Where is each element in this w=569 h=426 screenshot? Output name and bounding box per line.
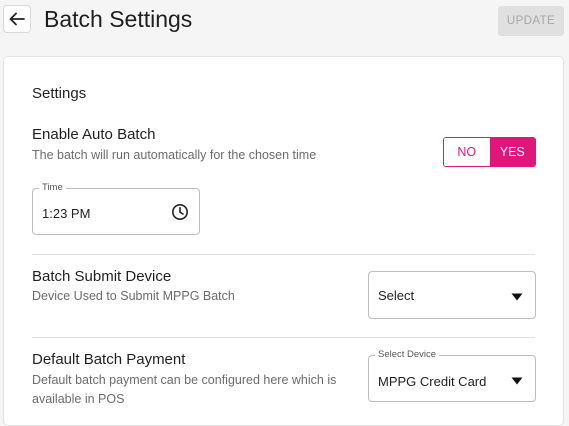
caret-down-icon: [511, 293, 523, 301]
submit-device-title: Batch Submit Device: [32, 268, 172, 285]
default-payment-description-line1: Default batch payment can be configured …: [32, 373, 337, 387]
default-payment-title: Default Batch Payment: [32, 351, 186, 368]
submit-device-select[interactable]: Select: [368, 271, 536, 319]
update-button[interactable]: UPDATE: [498, 6, 564, 36]
section-title: Settings: [32, 85, 87, 102]
toggle-no-option[interactable]: NO: [444, 138, 490, 166]
default-payment-select[interactable]: Select Device MPPG Credit Card: [368, 349, 536, 402]
settings-card: Settings Enable Auto Batch The batch wil…: [3, 56, 564, 426]
divider: [32, 337, 535, 338]
clock-icon[interactable]: [171, 203, 189, 221]
time-value: 1:23 PM: [42, 206, 91, 221]
time-field[interactable]: Time 1:23 PM: [32, 182, 200, 235]
auto-batch-toggle[interactable]: NO YES: [443, 137, 536, 167]
auto-batch-description: The batch will run automatically for the…: [32, 148, 317, 162]
auto-batch-title: Enable Auto Batch: [32, 126, 156, 143]
submit-device-description: Device Used to Submit MPPG Batch: [32, 289, 235, 303]
arrow-left-icon: [9, 12, 25, 26]
time-label: Time: [39, 182, 66, 194]
submit-device-value: Select: [378, 288, 415, 303]
back-button[interactable]: [3, 5, 31, 33]
select-device-label: Select Device: [375, 349, 440, 361]
page-header: Batch Settings UPDATE: [0, 0, 569, 42]
default-payment-value: MPPG Credit Card: [378, 374, 487, 389]
caret-down-icon: [511, 377, 523, 385]
toggle-yes-option[interactable]: YES: [489, 138, 535, 166]
page-title: Batch Settings: [44, 6, 193, 32]
divider: [32, 254, 535, 255]
default-payment-description-line2: available in POS: [32, 392, 125, 406]
